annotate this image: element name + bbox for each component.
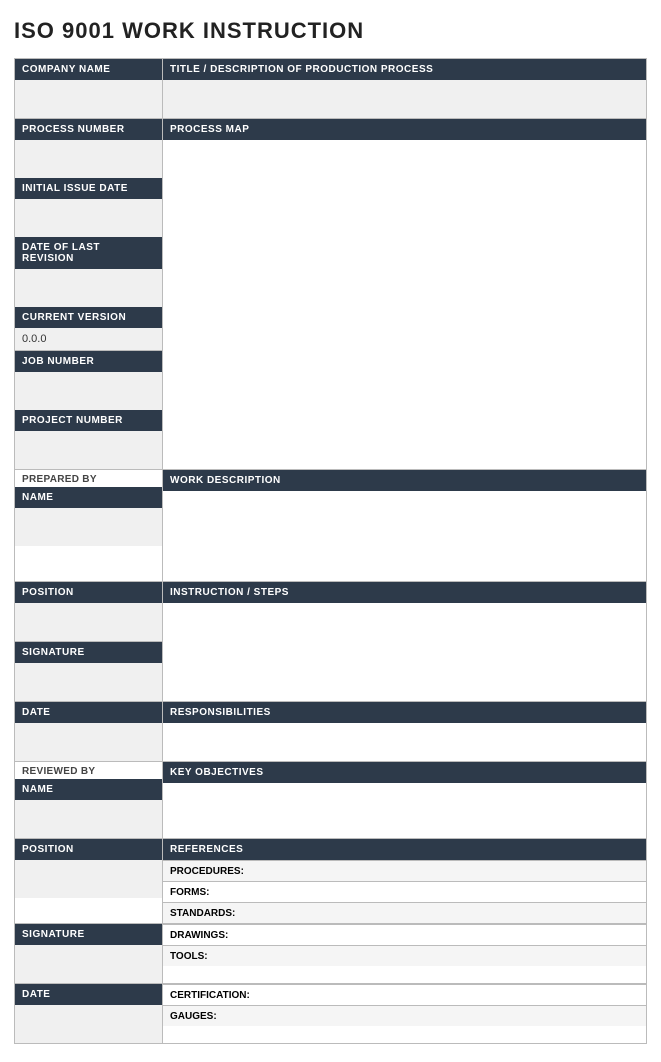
date-header-1: DATE: [15, 702, 162, 723]
company-name-header: COMPANY NAME: [15, 59, 162, 80]
position-header-2: POSITION: [15, 839, 162, 860]
instruction-steps-value[interactable]: [163, 603, 646, 693]
date-header-2: DATE: [15, 984, 162, 1005]
tools-row[interactable]: TOOLS:: [163, 945, 646, 966]
references-header: REFERENCES: [163, 839, 646, 860]
prepared-by-label: PREPARED BY: [15, 470, 162, 487]
tools-label: TOOLS:: [170, 951, 208, 962]
date-last-revision-value[interactable]: [15, 269, 162, 307]
page-title: ISO 9001 WORK INSTRUCTION: [14, 18, 647, 44]
procedures-label: PROCEDURES:: [170, 866, 244, 877]
process-number-value[interactable]: [15, 140, 162, 178]
standards-label: STANDARDS:: [170, 908, 235, 919]
initial-issue-date-header: INITIAL ISSUE DATE: [15, 178, 162, 199]
initial-issue-date-value[interactable]: [15, 199, 162, 237]
project-number-header: PROJECT NUMBER: [15, 410, 162, 431]
company-name-value[interactable]: [15, 80, 162, 118]
project-number-value[interactable]: [15, 431, 162, 469]
process-map-value[interactable]: [163, 140, 646, 300]
date-last-revision-header: DATE OF LAST REVISION: [15, 237, 162, 269]
standards-row[interactable]: STANDARDS:: [163, 902, 646, 923]
signature-value-2[interactable]: [15, 945, 162, 983]
process-number-header: PROCESS NUMBER: [15, 119, 162, 140]
key-objectives-header: KEY OBJECTIVES: [163, 762, 646, 783]
signature-value-1[interactable]: [15, 663, 162, 701]
drawings-row[interactable]: DRAWINGS:: [163, 924, 646, 945]
key-objectives-value[interactable]: [163, 783, 646, 821]
name-header-2: NAME: [15, 779, 162, 800]
name-value-2[interactable]: [15, 800, 162, 838]
drawings-label: DRAWINGS:: [170, 930, 228, 941]
reviewed-by-label: REVIEWED BY: [15, 762, 162, 779]
forms-label: FORMS:: [170, 887, 209, 898]
current-version-header: CURRENT VERSION: [15, 307, 162, 328]
gauges-label: GAUGES:: [170, 1011, 217, 1022]
date-value-1[interactable]: [15, 723, 162, 761]
position-value-2[interactable]: [15, 860, 162, 898]
certification-label: CERTIFICATION:: [170, 990, 250, 1001]
name-value-1[interactable]: [15, 508, 162, 546]
signature-header-2: SIGNATURE: [15, 924, 162, 945]
responsibilities-value[interactable]: [163, 723, 646, 761]
work-description-header: WORK DESCRIPTION: [163, 470, 646, 491]
responsibilities-header: RESPONSIBILITIES: [163, 702, 646, 723]
job-number-value[interactable]: [15, 372, 162, 410]
name-header-1: NAME: [15, 487, 162, 508]
title-desc-value[interactable]: [163, 80, 646, 118]
instruction-steps-header: INSTRUCTION / STEPS: [163, 582, 646, 603]
current-version-value[interactable]: 0.0.0: [15, 328, 162, 350]
work-description-value[interactable]: [163, 491, 646, 581]
forms-row[interactable]: FORMS:: [163, 881, 646, 902]
certification-row[interactable]: CERTIFICATION:: [163, 984, 646, 1005]
title-desc-header: TITLE / DESCRIPTION OF PRODUCTION PROCES…: [163, 59, 646, 80]
procedures-row[interactable]: PROCEDURES:: [163, 860, 646, 881]
position-header-1: POSITION: [15, 582, 162, 603]
gauges-row[interactable]: GAUGES:: [163, 1005, 646, 1026]
date-value-2[interactable]: [15, 1005, 162, 1043]
process-map-header: PROCESS MAP: [163, 119, 646, 140]
position-value-1[interactable]: [15, 603, 162, 641]
signature-header-1: SIGNATURE: [15, 642, 162, 663]
job-number-header: JOB NUMBER: [15, 351, 162, 372]
